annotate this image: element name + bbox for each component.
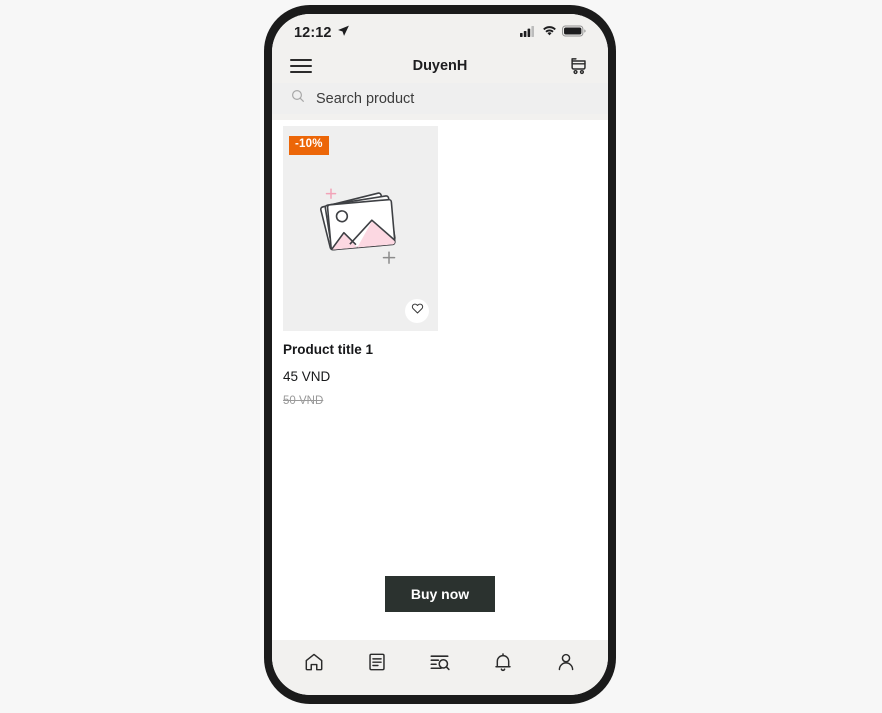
product-list-area: -10% Product title 1 45 VND 50 VND Buy n… xyxy=(272,120,608,640)
document-search-icon xyxy=(428,651,451,679)
shopping-cart-icon[interactable] xyxy=(568,55,590,77)
product-price: 45 VND xyxy=(283,369,331,384)
status-bar-right xyxy=(520,24,586,42)
screenshot-stage: 12:12 DuyenH Search product -10% Product… xyxy=(0,0,882,713)
search-input[interactable]: Search product xyxy=(272,83,608,114)
nav-item-account[interactable] xyxy=(543,647,589,683)
cellular-signal-icon xyxy=(520,24,537,42)
location-arrow-icon xyxy=(337,24,350,42)
hamburger-line xyxy=(290,64,312,67)
heart-outline-icon xyxy=(411,302,424,320)
nav-item-orders[interactable] xyxy=(354,647,400,683)
nav-item-notifications[interactable] xyxy=(480,647,526,683)
nav-item-search-orders[interactable] xyxy=(417,647,463,683)
status-time: 12:12 xyxy=(294,25,332,41)
app-header: DuyenH xyxy=(272,48,608,83)
image-placeholder-icon xyxy=(309,170,413,279)
document-lines-icon xyxy=(366,651,388,678)
home-icon xyxy=(303,651,325,678)
phone-screen: 12:12 DuyenH Search product -10% Product… xyxy=(272,14,608,695)
nav-item-home[interactable] xyxy=(291,647,337,683)
hamburger-menu-icon[interactable] xyxy=(290,58,312,73)
status-bar-left: 12:12 xyxy=(294,24,350,42)
bottom-navigation-bar xyxy=(272,640,608,695)
bell-icon xyxy=(492,651,514,678)
battery-full-icon xyxy=(562,24,586,42)
search-section: Search product xyxy=(272,83,608,120)
person-icon xyxy=(555,651,577,678)
favorite-button[interactable] xyxy=(405,299,429,323)
hamburger-line xyxy=(290,58,312,61)
buy-now-button[interactable]: Buy now xyxy=(384,576,496,612)
search-placeholder: Search product xyxy=(316,90,415,107)
discount-badge: -10% xyxy=(289,136,329,155)
product-old-price: 50 VND xyxy=(283,395,324,407)
product-title: Product title 1 xyxy=(283,342,374,357)
status-bar: 12:12 xyxy=(272,14,608,48)
product-card[interactable]: -10% Product title 1 45 VND 50 VND xyxy=(283,126,438,407)
page-title: DuyenH xyxy=(412,57,468,74)
wifi-icon xyxy=(542,24,557,42)
phone-frame: 12:12 DuyenH Search product -10% Product… xyxy=(264,5,616,704)
product-image[interactable]: -10% xyxy=(283,126,438,331)
buy-now-row: Buy now xyxy=(272,576,608,612)
hamburger-line xyxy=(290,70,312,73)
search-icon xyxy=(290,88,306,109)
